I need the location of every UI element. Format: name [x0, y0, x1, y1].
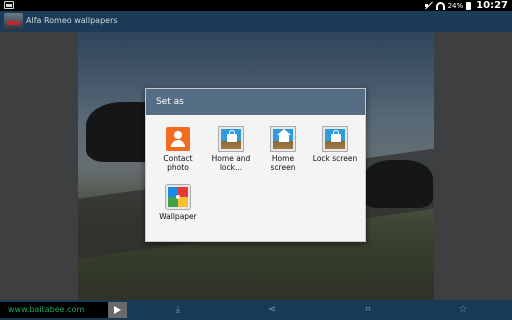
notification-icon [4, 1, 14, 9]
ad-url-box[interactable]: www.baitabee.com [0, 302, 108, 318]
share-icon[interactable]: ⋖ [265, 303, 279, 317]
option-home-screen[interactable]: Home screen [259, 127, 307, 172]
home-screen-icon [271, 127, 295, 151]
contact-icon [166, 127, 190, 151]
option-label: Contact photo [163, 154, 193, 172]
dialog-title: Set as [156, 97, 184, 107]
set-as-dialog: Set as Contact photo Home and lock... Ho… [145, 88, 366, 242]
mute-icon [424, 1, 433, 10]
app-icon[interactable] [4, 13, 23, 30]
option-label: Home and lock... [211, 154, 251, 172]
status-bar: 24% 10:27 [0, 0, 512, 11]
option-contact-photo[interactable]: Contact photo [154, 127, 202, 172]
dialog-header: Set as [146, 89, 365, 115]
home-badge [277, 129, 291, 142]
action-bar: Alfa Romeo wallpapers [0, 11, 512, 32]
bottom-bar: www.baitabee.com ⤓ ⋖ ⌗ ☆ [0, 300, 512, 320]
ad-url[interactable]: www.baitabee.com [8, 305, 84, 314]
battery-percent: 24% [447, 1, 464, 10]
option-wallpaper[interactable]: Wallpaper [154, 185, 202, 221]
app-title: Alfa Romeo wallpapers [26, 16, 118, 25]
lock-badge [331, 130, 341, 142]
download-icon[interactable]: ⤓ [171, 303, 185, 317]
option-lock-screen[interactable]: Lock screen [311, 127, 359, 163]
option-label: Wallpaper [159, 212, 197, 221]
crop-icon[interactable]: ⌗ [361, 303, 375, 317]
battery-icon [466, 1, 472, 10]
option-label: Lock screen [312, 154, 358, 163]
lock-screen-icon [323, 127, 347, 151]
star-icon[interactable]: ☆ [456, 303, 470, 317]
wallpaper-icon [166, 185, 190, 209]
arrow-icon[interactable] [108, 302, 127, 318]
status-icons: 24% 10:27 [424, 0, 508, 11]
option-label: Home screen [270, 154, 296, 172]
wifi-icon [435, 1, 445, 10]
home-lock-icon [219, 127, 243, 151]
lock-badge [227, 130, 237, 142]
clock: 10:27 [476, 0, 508, 11]
option-home-and-lock[interactable]: Home and lock... [207, 127, 255, 172]
